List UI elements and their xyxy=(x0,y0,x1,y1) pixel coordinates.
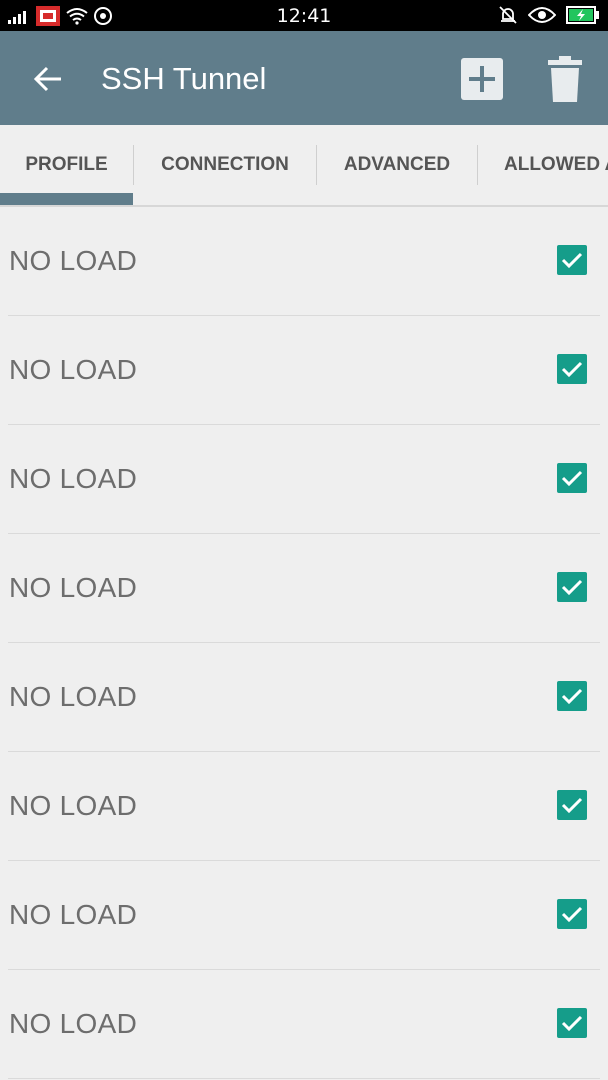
check-icon xyxy=(561,579,583,596)
list-item[interactable]: NO LOAD xyxy=(8,316,600,425)
back-arrow-icon xyxy=(33,66,61,92)
list-item[interactable]: NO LOAD xyxy=(8,752,600,861)
list-item-label: NO LOAD xyxy=(9,790,138,821)
check-icon xyxy=(561,906,583,923)
tab-advanced[interactable]: ADVANCED xyxy=(317,125,477,205)
delete-profile-button[interactable] xyxy=(548,56,582,102)
add-profile-button[interactable] xyxy=(461,58,503,100)
list-item-label: NO LOAD xyxy=(9,354,138,385)
check-icon xyxy=(561,797,583,814)
list-item-label: NO LOAD xyxy=(9,463,138,494)
list-item-label: NO LOAD xyxy=(9,899,138,930)
check-icon xyxy=(561,470,583,487)
tab-bar: PROFILE CONNECTION ADVANCED ALLOWED APPS xyxy=(0,125,608,207)
page-title: SSH Tunnel xyxy=(101,61,267,96)
checkbox[interactable] xyxy=(557,899,587,929)
check-icon xyxy=(561,361,583,378)
checkbox[interactable] xyxy=(557,463,587,493)
tab-allowed-apps[interactable]: ALLOWED APPS xyxy=(478,125,608,205)
eye-icon xyxy=(528,7,556,23)
back-button[interactable] xyxy=(28,59,68,99)
checkbox[interactable] xyxy=(557,354,587,384)
checkbox[interactable] xyxy=(557,1008,587,1038)
list-item-label: NO LOAD xyxy=(9,245,138,276)
checkbox[interactable] xyxy=(557,681,587,711)
list-item[interactable]: NO LOAD xyxy=(8,861,600,970)
muted-bell-icon xyxy=(499,6,517,24)
status-bar: 12:41 xyxy=(0,0,608,31)
selected-tab-indicator xyxy=(0,193,133,205)
battery-charging-icon xyxy=(566,6,599,24)
check-icon xyxy=(561,252,583,269)
list-item-label: NO LOAD xyxy=(9,681,138,712)
list-item[interactable]: NO LOAD xyxy=(8,643,600,752)
list-item-label: NO LOAD xyxy=(9,1008,138,1039)
list-item-label: NO LOAD xyxy=(9,572,138,603)
checkbox[interactable] xyxy=(557,572,587,602)
list-item[interactable]: NO LOAD xyxy=(8,534,600,643)
checkbox[interactable] xyxy=(557,245,587,275)
list-item[interactable]: NO LOAD xyxy=(8,970,600,1079)
check-icon xyxy=(561,688,583,705)
tab-connection[interactable]: CONNECTION xyxy=(134,125,316,205)
checkbox[interactable] xyxy=(557,790,587,820)
profile-list: NO LOAD NO LOAD NO LOAD NO LOAD NO LOAD … xyxy=(0,207,608,1079)
check-icon xyxy=(561,1015,583,1032)
status-icons-right xyxy=(498,5,600,25)
app-bar: SSH Tunnel xyxy=(0,31,608,125)
list-item[interactable]: NO LOAD xyxy=(8,207,600,316)
list-item[interactable]: NO LOAD xyxy=(8,425,600,534)
